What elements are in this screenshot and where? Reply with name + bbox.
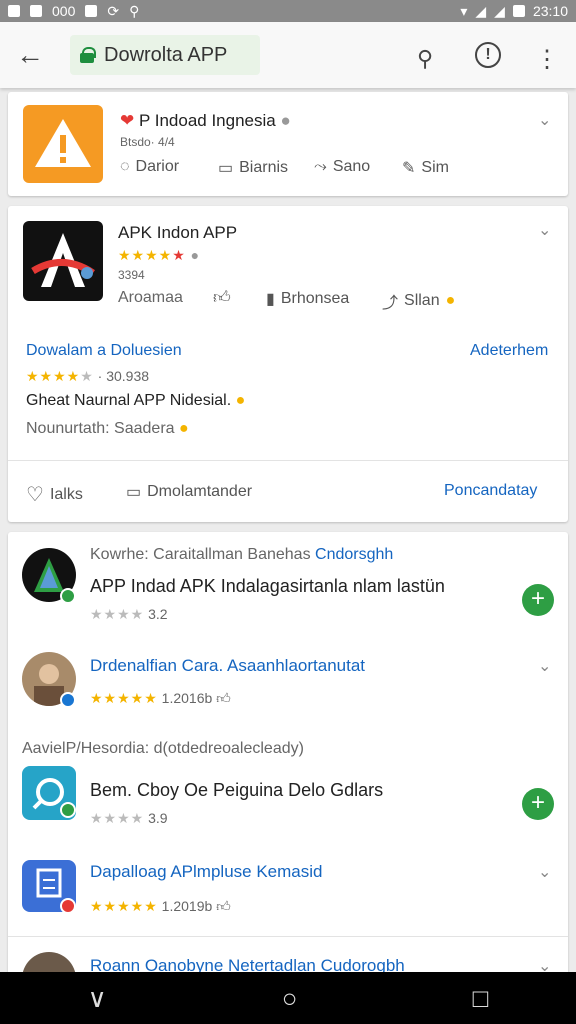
footer-comments[interactable]: ▭ Dmolamtander: [126, 482, 252, 502]
description-line-1: Gheat Naurnal APP Nidesial. ●: [26, 392, 246, 409]
list-item-4-title[interactable]: Dapalloag APlmpluse Kemasid: [90, 862, 322, 882]
app-card-1[interactable]: ❤ P Indoad Ingnesia ● Btsdo· 4/4 ◌ Darior…: [8, 92, 568, 196]
comment-icon: ▭: [126, 484, 142, 501]
action-aroamaa[interactable]: Aroamaa: [118, 289, 183, 307]
app-toolbar: ← Dowrolta APP ⚲ ! ⋮: [0, 22, 576, 88]
app-meta: Btsdo· 4/4: [120, 135, 175, 149]
divider: [8, 460, 568, 461]
url-bar[interactable]: Dowrolta APP: [70, 35, 260, 75]
list-item-2-rating: ★★★★★ 1.2016b 👍︎: [90, 690, 231, 706]
sub-header: AavielP/Hesordia: d(otdedreoalecleady): [22, 740, 304, 757]
app-icon-warning: [23, 105, 103, 183]
usb-icon: ⚲: [129, 2, 140, 19]
wifi-icon: ▾: [460, 2, 468, 19]
rating-stars: ★★★★★ ●: [118, 247, 201, 263]
list-item-1-rating: ★★★★ 3.2: [90, 606, 168, 622]
section-link[interactable]: Adeterhem: [470, 342, 548, 360]
footer-link[interactable]: Poncandatay: [444, 482, 537, 500]
section-rating: ★★★★★ · 30.938: [26, 368, 150, 384]
signal2-icon: ◢: [494, 2, 505, 19]
verified-icon: ●: [280, 111, 291, 130]
battery-icon: [512, 5, 525, 17]
system-nav-bar: ∨ ○ □: [0, 972, 576, 1024]
list-item-2-title[interactable]: Drdenalfian Cara. Asaanhlaortanutat: [90, 656, 365, 676]
add-button[interactable]: +: [522, 584, 554, 616]
signal-icon: ◢: [475, 2, 487, 19]
description-line-2: Nounurtath: Saadera ●: [26, 420, 189, 437]
mail-icon: [85, 5, 98, 17]
copy-icon: ▭: [218, 160, 234, 177]
share-icon: ⤴: [382, 295, 399, 312]
action-darior[interactable]: ◌ Darior: [120, 158, 179, 176]
more-vert-icon[interactable]: ⋮: [532, 44, 562, 74]
search-icon[interactable]: ⚲: [410, 44, 440, 74]
action-sano[interactable]: ⤳ Sano: [314, 158, 370, 176]
back-nav-icon[interactable]: ∨: [88, 983, 107, 1014]
sync-icon: ⟳: [107, 2, 120, 19]
status-bar: 000 ⟳ ⚲ ▾ ◢ ◢ 23:10: [0, 0, 576, 22]
emoji-icon: ●: [445, 292, 456, 309]
back-arrow-icon[interactable]: ←: [0, 22, 60, 88]
info-icon[interactable]: !: [475, 42, 501, 68]
app-title: APK Indon APP: [118, 223, 238, 242]
list-item-1-title[interactable]: APP Indad APK Indalagasirtanla nlam last…: [90, 576, 445, 597]
image-icon: [30, 5, 42, 17]
list-item-3-rating: ★★★★ 3.9: [90, 810, 168, 826]
heart-outline-icon: ♡: [26, 484, 44, 506]
comment-icon: ◌: [120, 158, 130, 175]
app-card-2[interactable]: APK Indon APP ★★★★★ ● 3394 Aroamaa 👍︎ ▮ B…: [8, 206, 568, 522]
list-header: Kowrhe: Caraitallman Banehas Cndorsghh: [90, 546, 394, 563]
edit-icon: ✎: [402, 160, 416, 177]
action-sllan[interactable]: ⤴ Sllan ●: [382, 289, 455, 313]
list-item-4-rating: ★★★★★ 1.2019b 👍︎: [90, 898, 231, 914]
lock-icon: [80, 47, 96, 63]
section-title[interactable]: Dowalam a Doluesien: [26, 342, 182, 360]
status-badge: [60, 588, 76, 604]
notification-icon: [8, 5, 20, 17]
status-time: 23:10: [532, 3, 568, 19]
chevron-down-icon[interactable]: ⌄: [538, 862, 551, 882]
list-item-3-title[interactable]: Bem. Cboy Oe Peiguina Delo Gdlars: [90, 780, 383, 801]
recents-nav-icon[interactable]: □: [473, 983, 489, 1014]
app-icon-a-logo: [23, 221, 103, 301]
heart-icon: ❤: [120, 111, 135, 130]
app-title: P Indoad Ingnesia: [138, 111, 276, 130]
status-badge: [60, 802, 76, 818]
chevron-down-icon[interactable]: ⌄: [538, 110, 551, 130]
status-badge: [60, 898, 76, 914]
divider: [8, 936, 568, 937]
footer-likes[interactable]: ♡ Ialks: [26, 482, 83, 507]
app-list-card: Kowrhe: Caraitallman Banehas Cndorsghh A…: [8, 532, 568, 1006]
share-icon: ⤳: [314, 158, 327, 175]
chevron-down-icon[interactable]: ⌄: [538, 656, 551, 676]
action-sim[interactable]: ✎ Sim: [402, 158, 449, 178]
thumbs-up-icon[interactable]: 👍︎: [213, 287, 231, 308]
action-biarnis[interactable]: ▭ Biarnis: [218, 158, 288, 178]
chevron-down-icon[interactable]: ⌄: [538, 220, 551, 240]
action-brhonsea[interactable]: ▮ Brhonsea: [266, 289, 349, 309]
app-meta: 3394: [118, 268, 145, 282]
add-button[interactable]: +: [522, 788, 554, 820]
home-nav-icon[interactable]: ○: [282, 983, 298, 1014]
url-title: Dowrolta APP: [104, 43, 228, 66]
status-left-text: 000: [52, 3, 76, 19]
bookmark-icon: ▮: [266, 291, 275, 308]
status-badge: [60, 692, 76, 708]
